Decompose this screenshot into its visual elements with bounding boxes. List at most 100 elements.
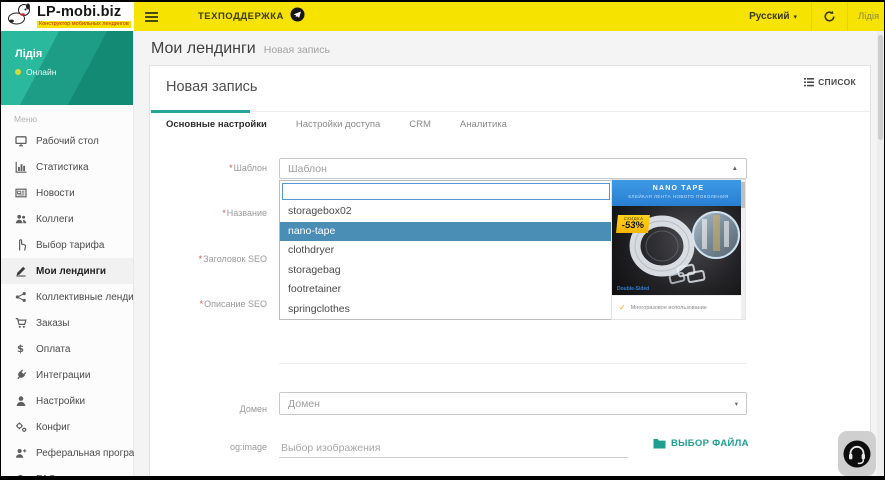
form-divider [279, 363, 747, 364]
card-title: Новая запись [166, 79, 258, 95]
preview-photo: СКИДКА -53% Double-Sided [612, 206, 745, 295]
gears-icon [14, 421, 27, 434]
dropdown-option[interactable]: springclothes [280, 300, 612, 320]
cart-icon [14, 317, 27, 330]
template-select[interactable]: Шаблон ▲ [279, 158, 747, 179]
sidebar-username: Лідія [15, 48, 43, 60]
breadcrumb-sub: Новая запись [263, 44, 331, 56]
sidebar-item-desktop[interactable]: Рабочий стол [1, 128, 133, 154]
sidebar: Лідія Онлайн Меню Рабочий стол Статистик… [1, 31, 154, 477]
sidebar-item-faq[interactable]: ? FAQ [1, 466, 133, 477]
seo-title-label: *Заголовок SEO [198, 254, 267, 264]
sidebar-user-panel: Лідія Онлайн [1, 31, 133, 105]
active-tab-indicator [151, 110, 250, 113]
support-link[interactable]: ТЕХПОДДЕРЖКА [198, 7, 305, 27]
colleagues-icon [14, 213, 27, 226]
sidebar-item-my-landings[interactable]: Мои лендинги [1, 258, 133, 284]
hamburger-menu-icon[interactable] [145, 10, 158, 24]
domain-select[interactable]: Домен ▾ [279, 392, 747, 415]
mascot-dog-icon [7, 2, 33, 31]
dropdown-search-input[interactable] [283, 184, 609, 199]
preview-feature-text: Многоразовое использование [630, 304, 707, 311]
online-status-dot [15, 69, 21, 75]
sidebar-item-settings[interactable]: Настройки [1, 388, 133, 414]
logo-title: LP-mobi.biz [37, 4, 122, 20]
user-plus-icon [14, 447, 27, 460]
page-scrollbar[interactable] [877, 31, 884, 476]
dropdown-option-selected[interactable]: nano-tape [280, 221, 612, 241]
plug-icon [14, 369, 27, 382]
language-selector[interactable]: Русский ▾ [735, 11, 811, 22]
tariff-icon [14, 239, 27, 252]
logo-tagline: Конструктор мобильных лендингов [37, 20, 131, 28]
sidebar-item-collective-landings[interactable]: Коллективные лендинги [1, 284, 149, 310]
preview-inset-circle [692, 211, 740, 259]
sidebar-item-integrations[interactable]: Интеграции [1, 362, 133, 388]
dropdown-option[interactable]: storagebox02 [280, 202, 612, 222]
online-status-label: Онлайн [26, 67, 57, 77]
domain-label: Домен [239, 404, 267, 414]
sidebar-item-news[interactable]: Новости [1, 180, 133, 206]
share-icon [14, 291, 27, 304]
menu-section-label: Меню [14, 114, 37, 124]
refresh-button[interactable] [812, 10, 847, 23]
dropdown-option[interactable]: storagebag [280, 261, 612, 281]
template-dropdown: storagebox02 nano-tape clothdryer storag… [279, 180, 613, 320]
news-icon [14, 187, 27, 200]
preview-scrollbar[interactable] [741, 180, 745, 319]
chevron-up-icon: ▲ [731, 165, 738, 172]
preview-title: NANO TAPE [652, 185, 705, 192]
logo[interactable]: LP-mobi.biz Конструктор мобильных лендин… [1, 2, 134, 31]
topbar-username[interactable]: Лідія [848, 11, 884, 22]
template-label: *Шаблон [229, 163, 267, 173]
check-icon: ✓ [619, 303, 626, 312]
sidebar-item-colleagues[interactable]: Коллеги [1, 206, 133, 232]
tab-access-settings[interactable]: Настройки доступа [296, 119, 380, 130]
sidebar-item-statistics[interactable]: Статистика [1, 154, 133, 180]
seo-description-label: *Описание SEO [199, 299, 267, 309]
tab-analytics[interactable]: Аналитика [460, 119, 507, 130]
sidebar-item-payment[interactable]: $ Оплата [1, 336, 133, 362]
template-preview: NANO TAPE КЛЕЙКАЯ ЛЕНТА НОВОГО ПОКОЛЕНИЯ [612, 180, 745, 319]
support-chat-widget[interactable] [838, 431, 876, 476]
dropdown-option[interactable]: clothdryer [280, 241, 612, 261]
scrollbar-thumb[interactable] [878, 35, 883, 140]
list-icon [804, 77, 815, 86]
new-record-card: Новая запись СПИСОК Основные настройки Н… [149, 65, 871, 476]
og-image-input[interactable] [279, 438, 628, 458]
folder-icon [653, 439, 666, 449]
chevron-down-icon: ▾ [793, 13, 797, 21]
app-window: LP-mobi.biz Конструктор мобильных лендин… [1, 2, 884, 476]
headset-icon [843, 440, 871, 467]
preview-subtitle: КЛЕЙКАЯ ЛЕНТА НОВОГО ПОКОЛЕНИЯ [628, 194, 729, 199]
sidebar-item-tariff[interactable]: Выбор тарифа [1, 232, 133, 258]
refresh-icon [824, 10, 835, 22]
desktop-icon [14, 135, 27, 148]
chevron-down-icon: ▾ [734, 400, 738, 408]
discount-badge: СКИДКА -53% [616, 215, 651, 233]
support-label: ТЕХПОДДЕРЖКА [198, 11, 284, 22]
sidebar-item-config[interactable]: Конфиг [1, 414, 133, 440]
topbar: LP-mobi.biz Конструктор мобильных лендин… [1, 2, 884, 31]
list-button[interactable]: СПИСОК [804, 77, 856, 87]
choose-file-button[interactable]: ВЫБОР ФАЙЛА [653, 438, 749, 449]
telegram-icon [290, 7, 305, 27]
dropdown-option[interactable]: footretainer [280, 280, 612, 300]
sidebar-item-orders[interactable]: Заказы [1, 310, 133, 336]
dropdown-search[interactable] [282, 183, 610, 200]
preview-feature-row: ✓ Многоразовое использование [612, 295, 745, 319]
user-icon [14, 395, 27, 408]
tab-crm[interactable]: CRM [409, 119, 431, 130]
sidebar-item-referral[interactable]: Реферальная программа [1, 440, 154, 466]
preview-header: NANO TAPE КЛЕЙКАЯ ЛЕНТА НОВОГО ПОКОЛЕНИЯ [612, 180, 745, 206]
og-image-label: og:image [229, 442, 267, 452]
breadcrumb: Мои лендинги Новая запись [151, 40, 330, 58]
tab-bar: Основные настройки Настройки доступа CRM… [150, 110, 870, 137]
tab-main-settings[interactable]: Основные настройки [166, 119, 267, 130]
page-title: Мои лендинги [151, 40, 256, 57]
dollar-icon: $ [17, 343, 24, 355]
name-label: *Название [222, 208, 267, 218]
landings-icon [14, 265, 27, 278]
stats-icon [14, 161, 27, 174]
preview-caption: Double-Sided [617, 286, 650, 292]
